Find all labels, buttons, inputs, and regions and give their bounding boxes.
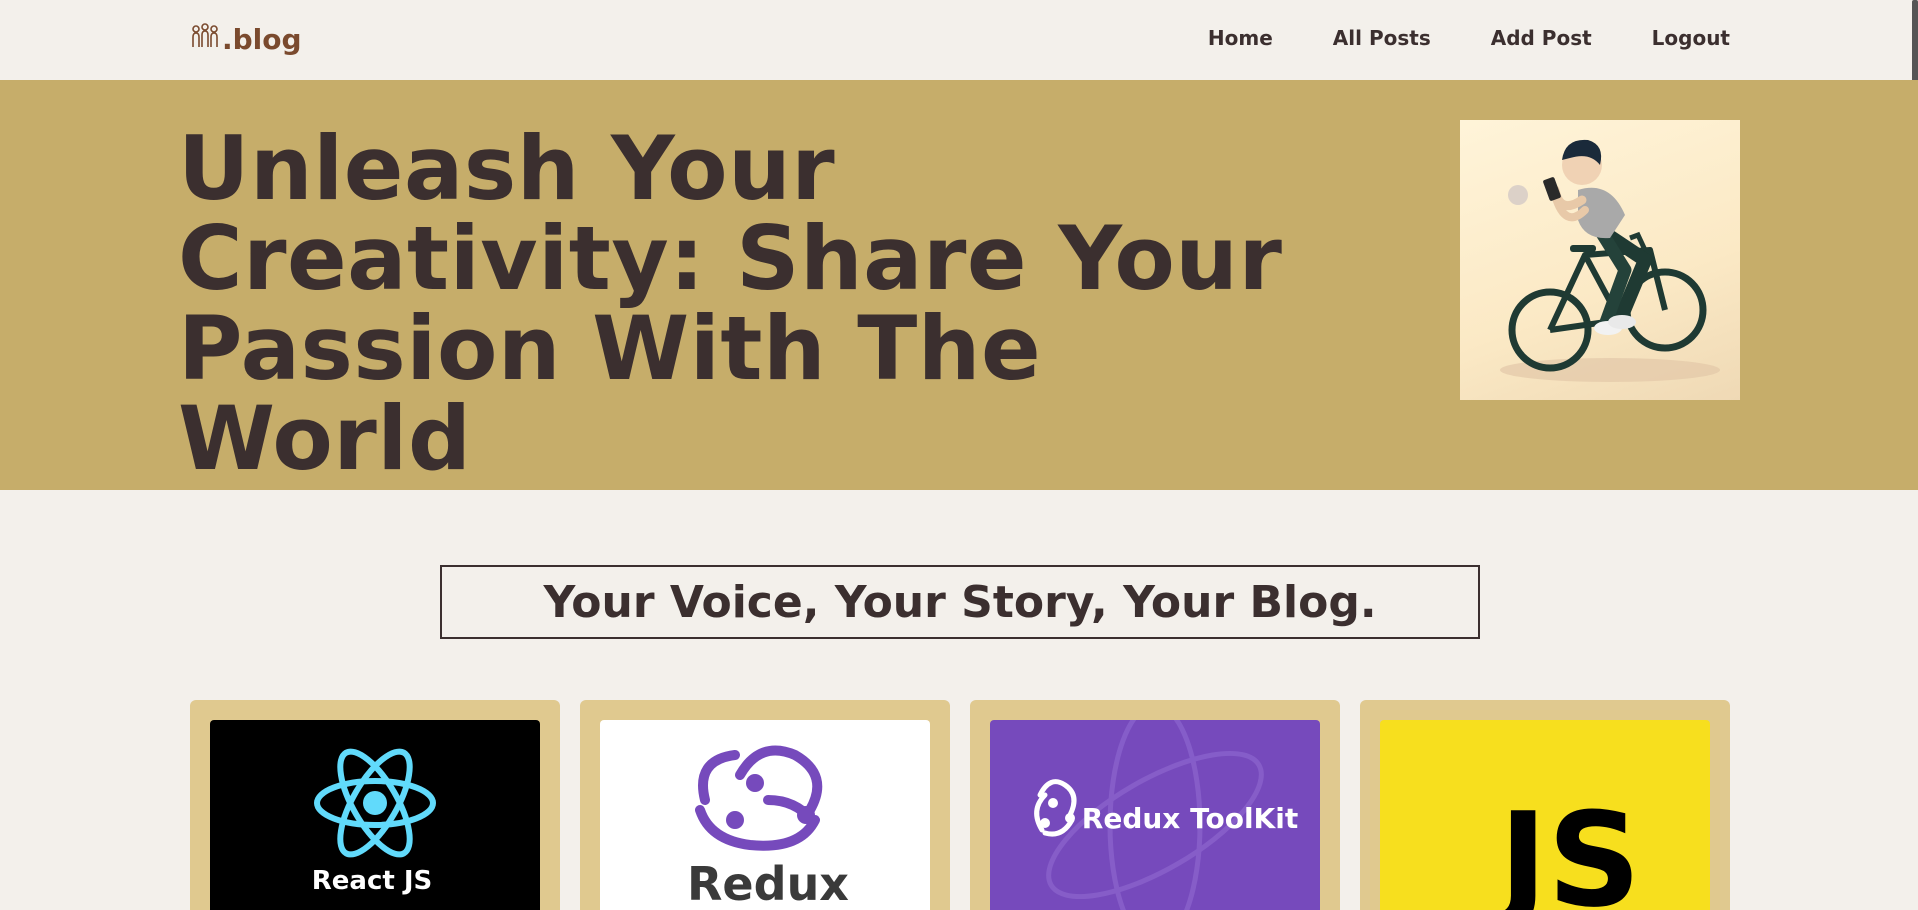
nav-add-post[interactable]: Add Post bbox=[1491, 26, 1592, 56]
post-card-react[interactable]: React JS bbox=[190, 700, 560, 910]
post-cards: React JS Redux Redux ToolKit JS bbox=[190, 700, 1730, 910]
card-image: JS bbox=[1380, 720, 1710, 910]
hero-title: Unleash Your Creativity: Share Your Pass… bbox=[178, 117, 1283, 490]
card-label: Redux ToolKit bbox=[1082, 802, 1298, 835]
redux-logo-icon: Redux bbox=[687, 745, 849, 910]
cyclist-illustration bbox=[1460, 120, 1740, 400]
card-image: Redux bbox=[600, 720, 930, 910]
navbar: .blog Home All Posts Add Post Logout bbox=[0, 0, 1918, 80]
post-card-javascript[interactable]: JS bbox=[1360, 700, 1730, 910]
logo-text: .blog bbox=[222, 22, 302, 56]
post-card-redux-toolkit[interactable]: Redux ToolKit bbox=[970, 700, 1340, 910]
nav-home[interactable]: Home bbox=[1208, 26, 1273, 56]
card-label: React JS bbox=[312, 866, 433, 896]
people-icon bbox=[190, 22, 220, 57]
hero-banner: Unleash Your Creativity: Share Your Pass… bbox=[0, 80, 1918, 490]
nav-all-posts[interactable]: All Posts bbox=[1333, 26, 1431, 56]
card-label: JS bbox=[1491, 784, 1641, 910]
post-card-redux[interactable]: Redux bbox=[580, 700, 950, 910]
tagline: Your Voice, Your Story, Your Blog. bbox=[440, 565, 1480, 639]
logo[interactable]: .blog bbox=[190, 22, 302, 56]
card-image: React JS bbox=[210, 720, 540, 910]
js-logo-icon: JS bbox=[1491, 784, 1641, 910]
redux-toolkit-logo-icon: Redux ToolKit bbox=[1034, 720, 1298, 910]
card-label: Redux bbox=[687, 857, 849, 910]
react-logo-icon: React JS bbox=[312, 748, 436, 896]
card-image: Redux ToolKit bbox=[990, 720, 1320, 910]
nav-links: Home All Posts Add Post Logout bbox=[1190, 26, 1730, 56]
nav-logout[interactable]: Logout bbox=[1652, 26, 1730, 56]
